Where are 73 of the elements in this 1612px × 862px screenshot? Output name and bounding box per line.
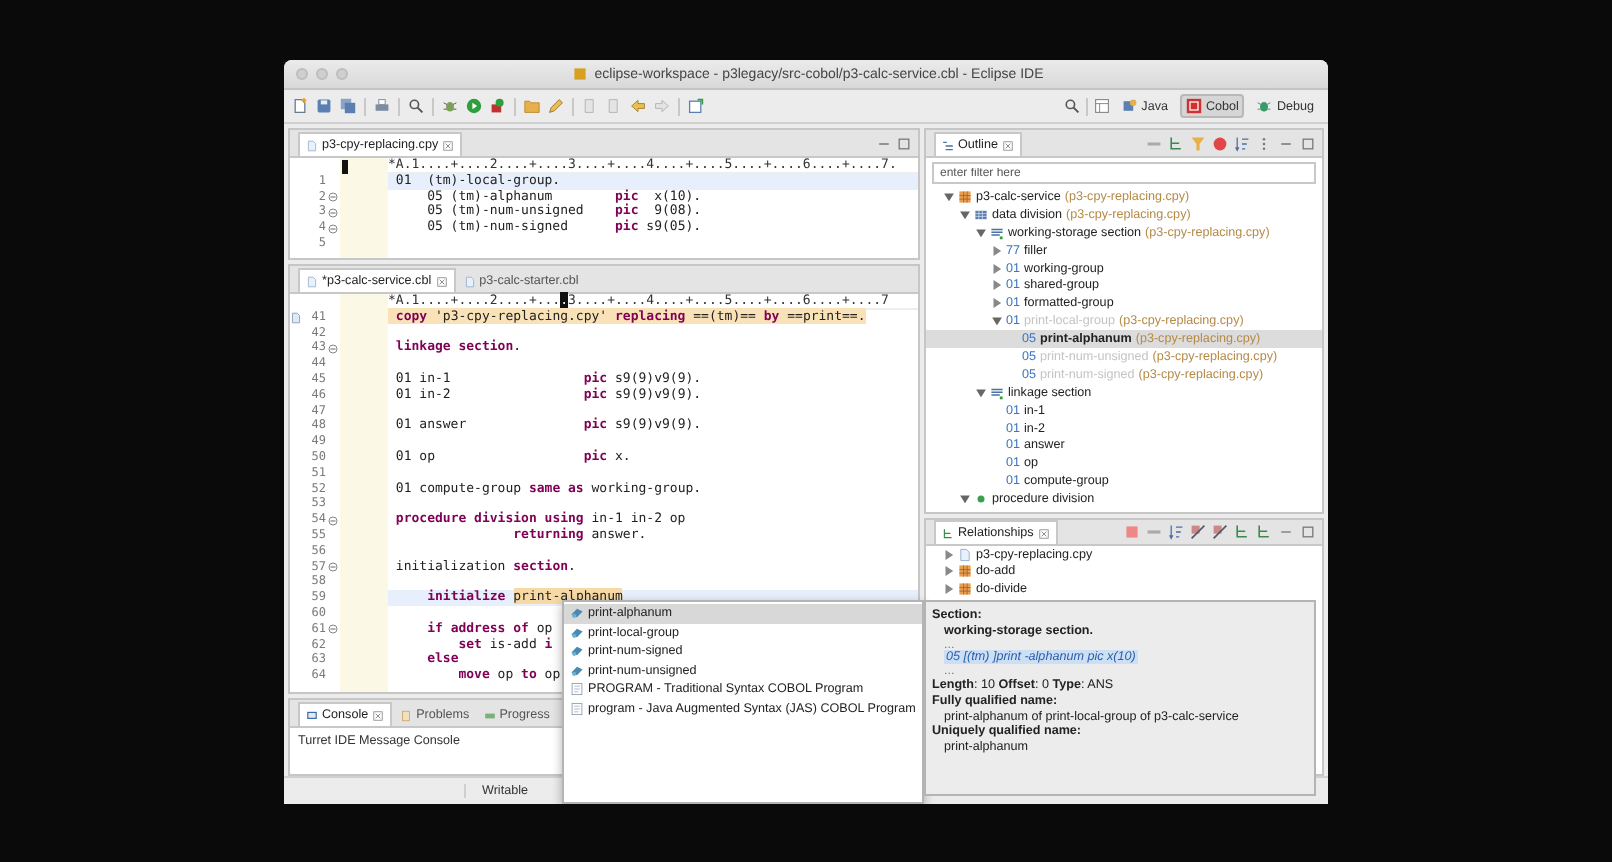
open-perspective-icon[interactable] xyxy=(1093,98,1110,114)
collapse-arrow-icon[interactable] xyxy=(990,261,1004,275)
bug-icon xyxy=(1256,98,1273,114)
fold-icon[interactable] xyxy=(328,561,338,572)
outline-icon xyxy=(942,139,954,151)
text-cursor xyxy=(342,159,348,173)
console-icon xyxy=(306,709,318,721)
sort-icon[interactable] xyxy=(1234,135,1250,151)
close-icon[interactable] xyxy=(1001,139,1014,151)
maximize-icon[interactable] xyxy=(1300,524,1316,540)
file-icon xyxy=(463,275,476,287)
run-icon[interactable] xyxy=(466,98,482,114)
collapse-arrow-icon[interactable] xyxy=(990,296,1004,311)
template-icon xyxy=(570,682,584,697)
new-window-icon[interactable] xyxy=(688,98,704,114)
dot-icon xyxy=(974,492,988,507)
stop-icon[interactable] xyxy=(1124,524,1140,540)
fold-icon[interactable] xyxy=(328,343,338,354)
hierarchy-icon[interactable] xyxy=(1256,524,1272,540)
app-icon xyxy=(572,66,589,82)
java-icon xyxy=(1121,98,1138,114)
expand-arrow-icon[interactable] xyxy=(958,492,972,507)
stop-icon[interactable] xyxy=(1212,135,1228,151)
cobol-icon xyxy=(1185,98,1202,114)
template-icon xyxy=(570,701,584,716)
fold-icon[interactable] xyxy=(328,223,338,234)
collapse-arrow-icon[interactable] xyxy=(990,243,1004,258)
fold-icon[interactable] xyxy=(328,624,338,635)
expand-arrow-icon[interactable] xyxy=(974,225,988,240)
file-icon xyxy=(958,547,972,562)
fold-icon[interactable] xyxy=(328,191,338,202)
fold-icon[interactable] xyxy=(328,207,338,218)
variable-icon xyxy=(570,625,584,640)
maximize-icon[interactable] xyxy=(896,135,912,151)
close-icon[interactable] xyxy=(372,709,385,721)
file-icon xyxy=(306,139,318,151)
close-icon[interactable] xyxy=(442,139,455,151)
expand-arrow-icon[interactable] xyxy=(974,385,988,400)
variable-icon xyxy=(570,606,584,621)
hierarchy-icon[interactable] xyxy=(1168,135,1184,151)
back-arrow-icon[interactable] xyxy=(630,98,646,114)
print-icon[interactable] xyxy=(374,98,390,114)
problems-icon xyxy=(400,709,413,721)
maximize-icon[interactable] xyxy=(1300,135,1316,151)
folder-icon[interactable] xyxy=(524,98,540,114)
expand-arrow-icon[interactable] xyxy=(958,207,972,222)
table-icon xyxy=(974,207,988,222)
file-icon xyxy=(306,275,318,287)
hierarchy-icon[interactable] xyxy=(1234,524,1250,540)
fold-icon[interactable] xyxy=(328,515,338,526)
expand-arrow-icon[interactable] xyxy=(942,189,956,204)
search-icon[interactable] xyxy=(408,98,424,114)
list-icon xyxy=(990,385,1004,400)
save-icon[interactable] xyxy=(316,98,332,114)
collapse-arrow-icon[interactable] xyxy=(942,581,956,596)
collapse-arrow-icon[interactable] xyxy=(942,547,956,562)
close-icon[interactable] xyxy=(1037,527,1050,539)
search-icon[interactable] xyxy=(1063,98,1080,114)
hierarchy-icon xyxy=(942,527,954,539)
collapse-arrow-icon[interactable] xyxy=(990,278,1004,293)
progress-icon xyxy=(483,709,496,721)
list-icon xyxy=(990,225,1004,240)
close-icon[interactable] xyxy=(435,275,448,287)
grid-icon xyxy=(958,189,972,204)
bug-icon[interactable] xyxy=(442,98,458,114)
expand-arrow-icon[interactable] xyxy=(990,314,1004,329)
variable-icon xyxy=(570,663,584,678)
new-file-icon[interactable] xyxy=(292,98,308,114)
sort-icon[interactable] xyxy=(1168,524,1184,540)
pencil-icon[interactable] xyxy=(548,98,564,114)
variable-icon xyxy=(570,644,584,659)
save-all-icon[interactable] xyxy=(340,98,356,114)
collapse-arrow-icon[interactable] xyxy=(942,564,956,579)
